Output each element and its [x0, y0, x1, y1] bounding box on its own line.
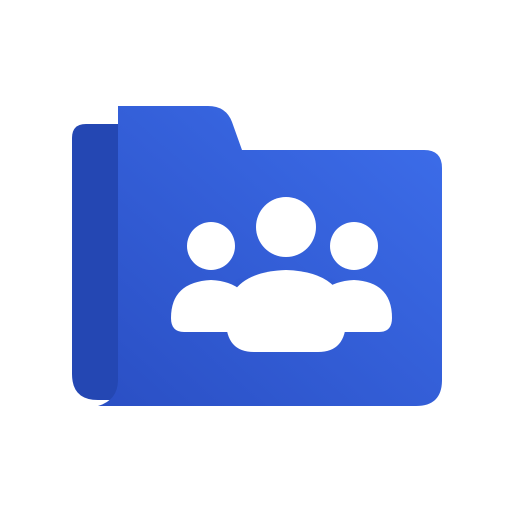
- app-icon-canvas: [0, 0, 512, 512]
- shared-folder-icon: [72, 106, 442, 406]
- folder-icon: [98, 106, 442, 406]
